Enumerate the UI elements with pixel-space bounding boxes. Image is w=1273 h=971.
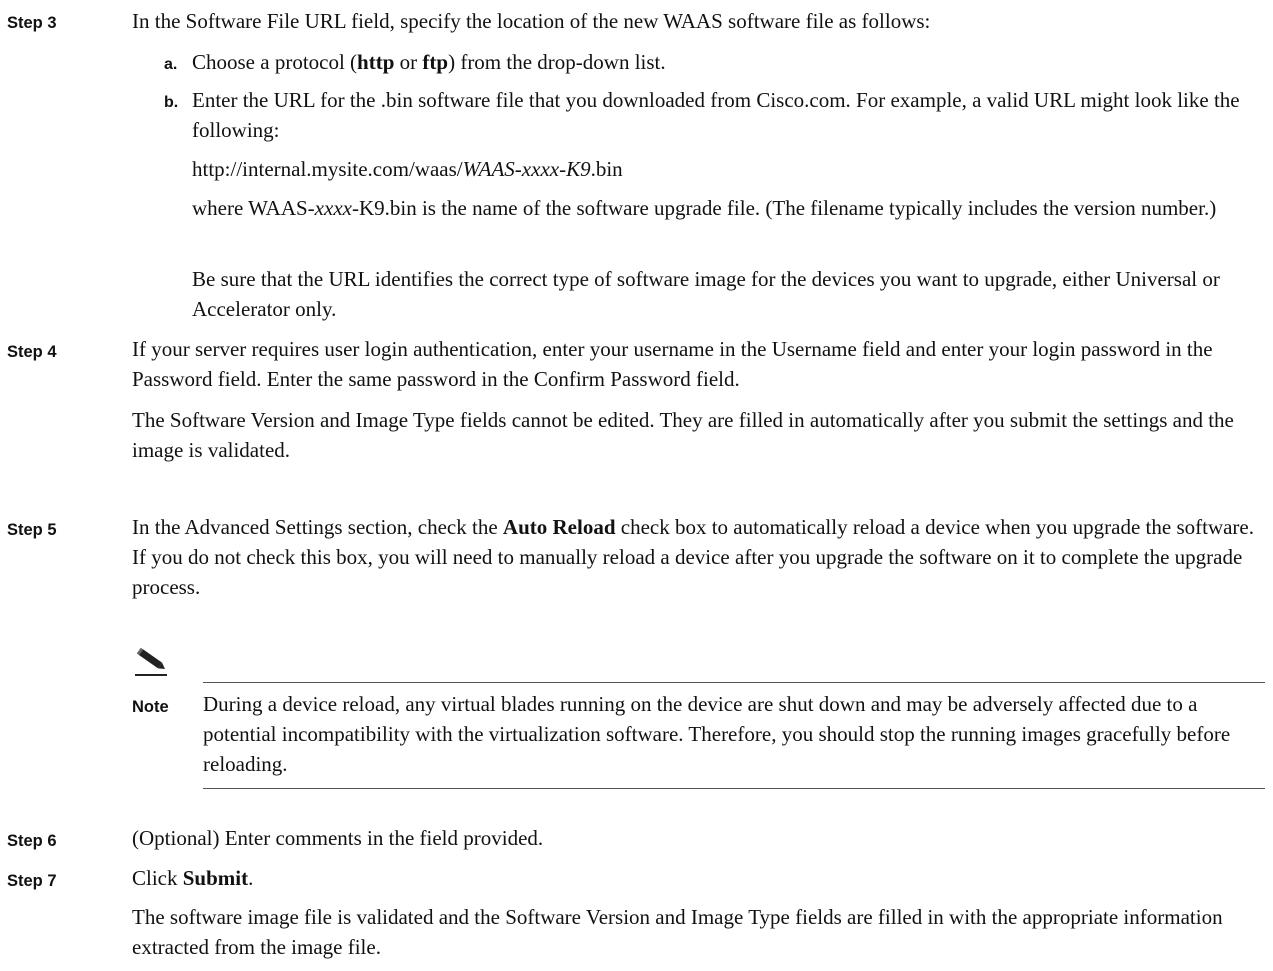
filename-explanation: where WAAS-xxxx-K9.bin is the name of th…: [192, 196, 1217, 220]
substep-b-text: Enter the URL for the .bin software file…: [192, 88, 1240, 142]
pencil-note-icon: [135, 648, 167, 676]
substep-a-text: Choose a protocol (http or ftp) from the…: [192, 50, 666, 74]
step-7-result: The software image file is validated and…: [132, 905, 1223, 959]
note-text: During a device reload, any virtual blad…: [203, 692, 1231, 776]
note-bottom-rule: [203, 788, 1265, 789]
step-6-label: Step 6: [7, 832, 57, 850]
substep-b-label: b.: [164, 94, 179, 111]
step-3-text: In the Software File URL field, specify …: [132, 9, 931, 33]
step-6-text: (Optional) Enter comments in the field p…: [132, 826, 544, 850]
step-4-label: Step 4: [7, 343, 57, 361]
image-type-advice: Be sure that the URL identifies the corr…: [192, 267, 1220, 321]
note-top-rule: [203, 682, 1265, 683]
substep-a-label: a.: [164, 56, 178, 73]
step-5-label: Step 5: [7, 521, 57, 539]
note-label: Note: [132, 698, 169, 716]
step-4-fields-note: The Software Version and Image Type fiel…: [132, 408, 1234, 462]
example-url: http://internal.mysite.com/waas/WAAS-xxx…: [192, 157, 623, 181]
step-7-text: Click Submit.: [132, 866, 254, 890]
step-7-label: Step 7: [7, 872, 57, 890]
step-3-label: Step 3: [7, 14, 57, 32]
step-5-text: In the Advanced Settings section, check …: [132, 515, 1255, 599]
step-4-text: If your server requires user login authe…: [132, 337, 1213, 391]
